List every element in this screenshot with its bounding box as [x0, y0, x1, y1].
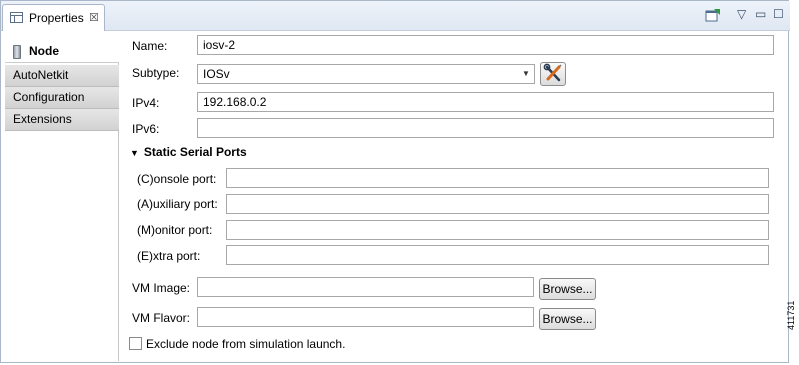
sidebar-item-label: Node: [29, 44, 59, 58]
expand-triangle-icon[interactable]: ▼: [130, 148, 139, 158]
sidebar-item-label: Extensions: [13, 112, 72, 126]
monitor-port-field[interactable]: [226, 220, 769, 240]
console-port-field[interactable]: [226, 168, 769, 188]
subtype-label: Subtype:: [132, 66, 180, 80]
auxiliary-port-field[interactable]: [226, 194, 769, 214]
console-port-label: (C)onsole port:: [137, 172, 217, 186]
exclude-label: Exclude node from simulation launch.: [146, 337, 346, 351]
sidebar-item-label: AutoNetkit: [13, 68, 69, 82]
tab-properties[interactable]: Properties ☒: [2, 4, 105, 31]
extra-port-label: (E)xtra port:: [137, 249, 201, 263]
sidebar-item-node[interactable]: Node: [5, 41, 119, 63]
configure-subtype-button[interactable]: [540, 62, 566, 86]
properties-view-icon: [10, 12, 23, 23]
maximize-icon[interactable]: ☐: [773, 7, 784, 21]
property-tabs-sidebar: Node AutoNetkit Configuration Extensions: [5, 41, 119, 361]
sidebar-item-autonetkit[interactable]: AutoNetkit: [5, 65, 119, 87]
vm-image-field[interactable]: [197, 277, 534, 297]
wrench-screwdriver-icon: [543, 63, 562, 82]
close-tab-icon[interactable]: ☒: [89, 11, 99, 24]
sidebar-item-extensions[interactable]: Extensions: [5, 109, 119, 131]
subtype-select[interactable]: IOSv ▼: [197, 64, 535, 84]
auxiliary-port-label: (A)uxiliary port:: [137, 197, 218, 211]
subtype-value: IOSv: [203, 67, 230, 81]
extra-port-field[interactable]: [226, 245, 769, 265]
sidebar-item-configuration[interactable]: Configuration: [5, 87, 119, 109]
ipv4-field[interactable]: 192.168.0.2: [197, 92, 774, 112]
view-tab-strip: Properties ☒ ▽ ▭ ☐: [1, 1, 790, 31]
name-field[interactable]: iosv-2: [197, 35, 774, 55]
node-icon: [13, 45, 21, 59]
static-serial-ports-header[interactable]: ▼ Static Serial Ports: [130, 145, 247, 159]
ipv4-label: IPv4:: [132, 96, 160, 110]
monitor-port-label: (M)onitor port:: [137, 223, 213, 237]
sidebar-item-label: Configuration: [13, 90, 85, 104]
vm-image-label: VM Image:: [132, 281, 191, 295]
browse-image-button[interactable]: Browse...: [539, 278, 596, 300]
view-menu-icon[interactable]: ▽: [737, 7, 746, 21]
vm-flavor-label: VM Flavor:: [132, 311, 191, 325]
vm-flavor-field[interactable]: [197, 307, 534, 327]
chevron-down-icon[interactable]: ▼: [519, 66, 533, 82]
browse-flavor-button[interactable]: Browse...: [539, 308, 596, 330]
ipv6-field[interactable]: [197, 118, 774, 138]
section-title: Static Serial Ports: [143, 145, 247, 159]
exclude-checkbox[interactable]: [129, 337, 142, 350]
minimize-icon[interactable]: ▭: [755, 7, 766, 21]
name-label: Name:: [132, 39, 168, 53]
ipv6-label: IPv6:: [132, 122, 160, 136]
tab-properties-label: Properties: [29, 11, 84, 25]
pin-editor-icon[interactable]: [705, 8, 721, 25]
figure-number: 411731: [786, 300, 796, 330]
